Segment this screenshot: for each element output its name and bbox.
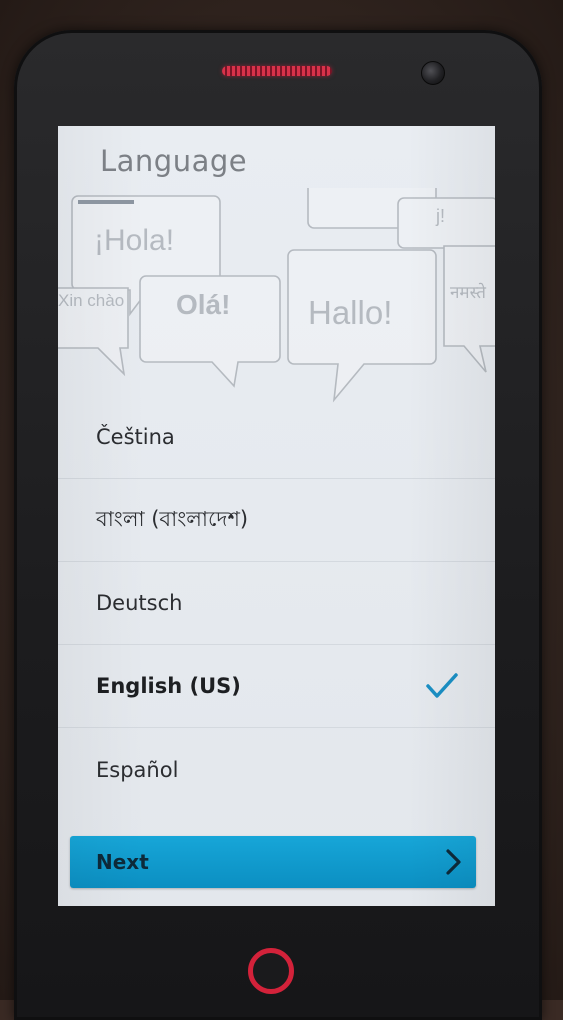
greeting-hola: ¡Hola! [94,224,174,257]
language-item-deutsch[interactable]: Deutsch [58,562,495,645]
language-label: বাংলা (বাংলাদেশ) [96,506,249,531]
chevron-right-icon [446,849,461,875]
language-list: Čeština বাংলা (বাংলাদেশ) Deutsch English… [58,396,495,811]
home-button[interactable] [248,948,294,994]
bubble-right-top [397,197,495,249]
next-button[interactable]: Next [70,836,476,888]
language-item-english-us[interactable]: English (US) [58,645,495,728]
greetings-illustration-svg: ¡Hola! Olá! Hallo! Xin chào नमस्ते j! [58,167,495,403]
page-title: Language [100,144,248,178]
language-item-bangla[interactable]: বাংলা (বাংলাদেশ) [58,479,495,562]
language-label: Čeština [96,425,175,449]
language-item-espanol[interactable]: Español [58,728,495,811]
language-label: English (US) [96,674,241,698]
language-item-cestina[interactable]: Čeština [58,396,495,479]
greeting-hallo: Hallo! [308,294,392,331]
next-button-label: Next [96,850,149,874]
greetings-illustration: ¡Hola! Olá! Hallo! Xin chào नमस्ते j! [58,167,495,418]
greeting-partial: j! [435,206,445,226]
greeting-namaste: नमस्ते [450,282,486,302]
bubble-namaste [443,245,495,373]
header-underline [78,200,134,204]
header: Language [58,126,495,204]
greeting-xinchao: Xin chào [58,291,124,310]
earpiece-speaker [222,66,332,76]
checkmark-icon [426,673,458,698]
language-label: Deutsch [96,591,183,615]
front-camera [421,61,445,85]
language-label: Español [96,757,179,782]
greeting-ola: Olá! [176,289,230,320]
screen: ¡Hola! Olá! Hallo! Xin chào नमस्ते j! La… [58,126,495,906]
